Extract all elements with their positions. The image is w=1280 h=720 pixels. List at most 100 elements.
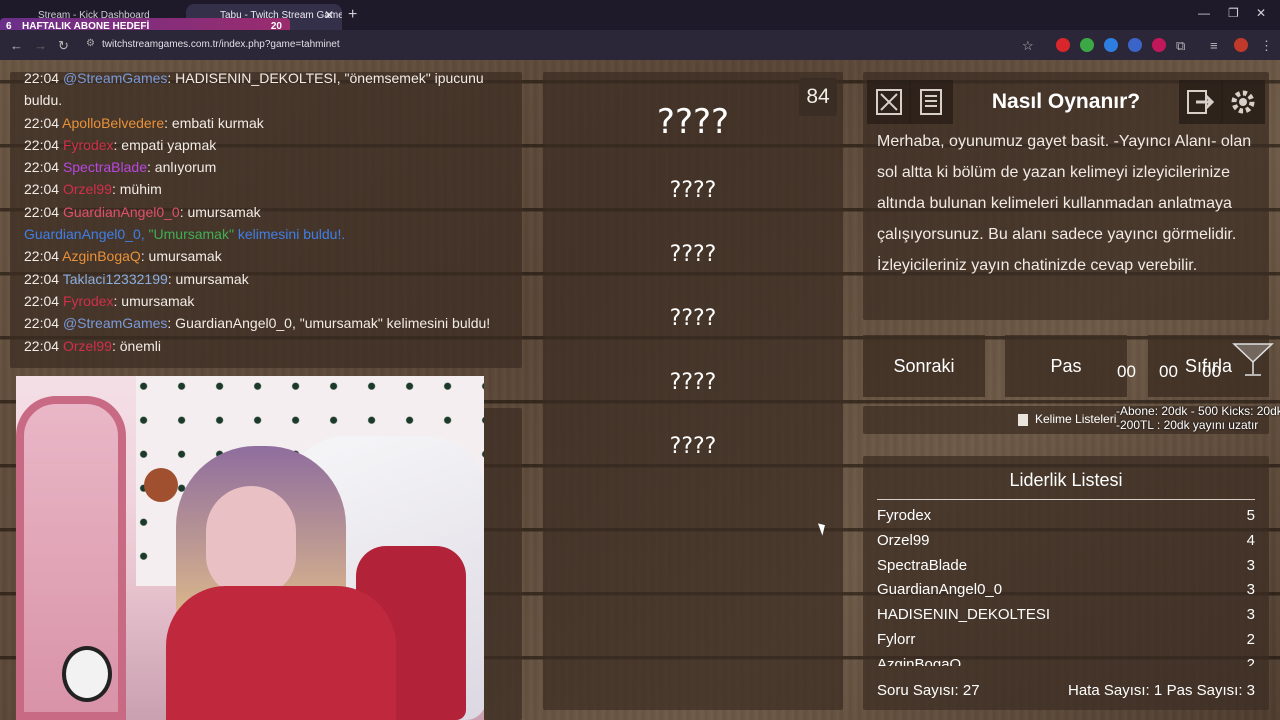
- leaderboard-title: Liderlik Listesi: [877, 470, 1255, 500]
- maximize-icon[interactable]: ❐: [1228, 6, 1239, 20]
- chat-message: 22:04 Orzel99: önemli: [24, 335, 508, 357]
- media-icon[interactable]: ≡: [1210, 38, 1218, 53]
- word-list-label[interactable]: Kelime Listeleri: [1035, 412, 1116, 426]
- chat-timestamp: 22:04: [24, 114, 60, 131]
- chat-timestamp: 22:04: [24, 159, 60, 176]
- chat-text: : umursamak: [140, 248, 222, 265]
- chat-username[interactable]: Orzel99: [63, 181, 112, 197]
- leaderboard-row: Orzel99 4: [877, 529, 1255, 554]
- chat-username[interactable]: ApolloBelvedere: [62, 115, 164, 131]
- chat-text: : GuardianAngel0_0, "umursamak" kelimesi…: [167, 315, 491, 332]
- chat-text: : umursamak: [113, 292, 195, 309]
- player-score: 5: [1246, 507, 1255, 524]
- extension-icon[interactable]: [1056, 38, 1070, 52]
- reload-icon[interactable]: ↻: [58, 38, 69, 54]
- minimize-icon[interactable]: —: [1198, 6, 1210, 20]
- chat-message: 22:04 GuardianAngel0_0: umursamak: [24, 201, 508, 223]
- chat-message: 22:04 @StreamGames: GuardianAngel0_0, "u…: [24, 312, 508, 334]
- how-to-play-text: Merhaba, oyunumuz gayet basit. -Yayıncı …: [877, 133, 1252, 274]
- leaderboard-row: Fylorr 2: [877, 628, 1255, 653]
- how-to-play-panel: Nasıl Oynanır? Merhaba, oyunumuz gayet b…: [863, 72, 1269, 320]
- next-button[interactable]: Sonraki: [863, 335, 985, 397]
- leaderboard-row: AzginBogaQ 2: [877, 653, 1255, 666]
- chat-text: : önemli: [111, 337, 161, 354]
- close-tab-icon[interactable]: ✕: [324, 8, 334, 22]
- chat-timestamp: 22:04: [24, 181, 60, 198]
- chat-message: 22:04 Taklaci12332199: umursamak: [24, 268, 508, 290]
- stream-extension-note: -Abone: 20dk - 500 Kicks: 20dk -200TL : …: [1116, 404, 1280, 432]
- player-score: 3: [1246, 581, 1255, 599]
- note-line: -200TL : 20dk yayını uzatır: [1116, 418, 1259, 432]
- forward-icon[interactable]: →: [34, 38, 47, 53]
- taboo-word: ????: [669, 178, 717, 203]
- chat-text: : umursamak: [167, 270, 249, 287]
- pass-button[interactable]: Pas: [1005, 335, 1127, 397]
- chat-username[interactable]: Fyrodex: [63, 137, 114, 153]
- extension-icon[interactable]: [1152, 38, 1166, 52]
- bookmark-star-icon[interactable]: ☆: [1022, 38, 1034, 54]
- error-count: Hata Sayısı: 1: [1068, 682, 1163, 699]
- url-text: twitchstreamgames.com.tr/index.php?game=…: [102, 39, 340, 50]
- exit-button[interactable]: [1179, 80, 1223, 124]
- clipboard-icon: [1018, 414, 1028, 426]
- chat-system-message: GuardianAngel0_0, "Umursamak" kelimesini…: [24, 223, 508, 245]
- game-page: 22:04 @StreamGames: HADISENIN_DEKOLTESI,…: [0, 60, 1280, 720]
- taboo-word: ????: [669, 242, 717, 267]
- url-field[interactable]: ⚙ twitchstreamgames.com.tr/index.php?gam…: [80, 35, 1040, 55]
- menu-icon[interactable]: ⋮: [1260, 38, 1273, 54]
- player-name: Fyrodex: [877, 507, 932, 524]
- webcam-panda-plush: [62, 646, 112, 702]
- chat-timestamp: 22:04: [24, 315, 60, 332]
- extensions-puzzle-icon[interactable]: ⧉: [1176, 38, 1185, 54]
- player-score: 2: [1246, 655, 1255, 666]
- player-name: SpectraBlade: [877, 556, 968, 574]
- extension-icon[interactable]: [1080, 38, 1094, 52]
- new-tab-icon[interactable]: +: [348, 6, 357, 24]
- player-score: 3: [1246, 556, 1255, 574]
- player-score: 3: [1246, 606, 1255, 624]
- chat-message: 22:04 Fyrodex: empati yapmak: [24, 134, 508, 156]
- chat-username[interactable]: GuardianAngel0_0: [63, 204, 180, 220]
- chat-username[interactable]: Taklaci12332199: [63, 271, 168, 287]
- chat-message: 22:04 @StreamGames: HADISENIN_DEKOLTESI,…: [24, 72, 508, 112]
- settings-button[interactable]: [1221, 80, 1265, 124]
- main-word: ????: [656, 102, 730, 142]
- chat-timestamp: 22:04: [24, 248, 60, 265]
- note-line: -Abone: 20dk - 500 Kicks: 20dk: [1116, 404, 1280, 418]
- leaderboard-list[interactable]: Fyrodex 5 Orzel99 4 SpectraBlade 3 GuardianAng…: [877, 504, 1255, 666]
- chat-username[interactable]: @StreamGames: [63, 72, 167, 86]
- extension-icon[interactable]: [1104, 38, 1118, 52]
- counter-value: 00: [1202, 362, 1221, 381]
- chat-username[interactable]: Fyrodex: [63, 293, 114, 309]
- word-panel: 84 ???? ???? ???? ???? ???? ????: [543, 72, 843, 710]
- exit-arrow-icon: [1187, 90, 1215, 114]
- chat-username[interactable]: SpectraBlade: [63, 159, 147, 175]
- leaderboard-row: GuardianAngel0_0 3: [877, 578, 1255, 603]
- system-user: GuardianAngel0_0,: [24, 226, 149, 243]
- address-bar: ← → ↻ ⚙ twitchstreamgames.com.tr/index.p…: [0, 30, 1280, 60]
- chat-message: 22:04 Fyrodex: umursamak: [24, 290, 508, 312]
- chat-text: : empati yapmak: [113, 136, 217, 153]
- chat-panel-lower: [484, 408, 522, 720]
- player-name: HADISENIN_DEKOLTESI: [877, 606, 1051, 624]
- counter-value: 00: [1117, 362, 1136, 381]
- webcam-feed: [16, 376, 484, 720]
- profile-avatar[interactable]: [1234, 38, 1248, 52]
- chat-username[interactable]: @StreamGames: [63, 315, 167, 331]
- player-name: GuardianAngel0_0: [877, 581, 1003, 599]
- player-score: 4: [1246, 531, 1255, 549]
- browser-tab-bar: Stream - Kick Dashboard Tabu - Twitch St…: [0, 0, 1280, 36]
- leaderboard-row: SpectraBlade 3: [877, 554, 1255, 579]
- window-close-icon[interactable]: ✕: [1256, 6, 1266, 20]
- chat-text: : embati kurmak: [164, 114, 264, 131]
- chat-username[interactable]: AzginBogaQ: [62, 248, 141, 264]
- extension-icon[interactable]: [1128, 38, 1142, 52]
- chat-timestamp: 22:04: [24, 337, 60, 354]
- taboo-word: ????: [669, 434, 717, 459]
- chat-username[interactable]: Orzel99: [63, 338, 112, 354]
- chat-message: 22:04 Orzel99: mühim: [24, 178, 508, 200]
- back-icon[interactable]: ←: [10, 38, 23, 53]
- chat-message: 22:04 ApolloBelvedere: embati kurmak: [24, 112, 508, 134]
- chat-timestamp: 22:04: [24, 270, 60, 287]
- site-info-icon[interactable]: ⚙: [86, 38, 95, 49]
